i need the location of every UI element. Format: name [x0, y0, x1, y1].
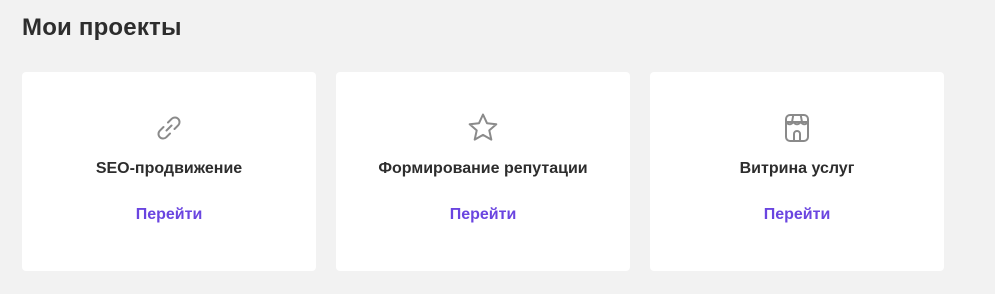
project-card-showcase: Витрина услуг Перейти	[650, 72, 944, 271]
go-to-showcase-link[interactable]: Перейти	[764, 205, 831, 225]
page-title: Мои проекты	[22, 14, 182, 41]
project-title: Формирование репутации	[378, 160, 588, 177]
project-cards: SEO-продвижение Перейти Формирование реп…	[22, 72, 944, 271]
project-title: SEO-продвижение	[95, 160, 243, 177]
go-to-reputation-link[interactable]: Перейти	[450, 205, 517, 225]
project-card-reputation: Формирование репутации Перейти	[336, 72, 630, 271]
storefront-icon	[779, 110, 815, 146]
go-to-seo-link[interactable]: Перейти	[136, 205, 203, 225]
projects-page: Мои проекты SEO-продвижение Перейти Форм…	[0, 0, 995, 294]
link-icon	[151, 110, 187, 146]
project-card-seo: SEO-продвижение Перейти	[22, 72, 316, 271]
project-title: Витрина услуг	[739, 160, 855, 177]
star-icon	[465, 110, 501, 146]
